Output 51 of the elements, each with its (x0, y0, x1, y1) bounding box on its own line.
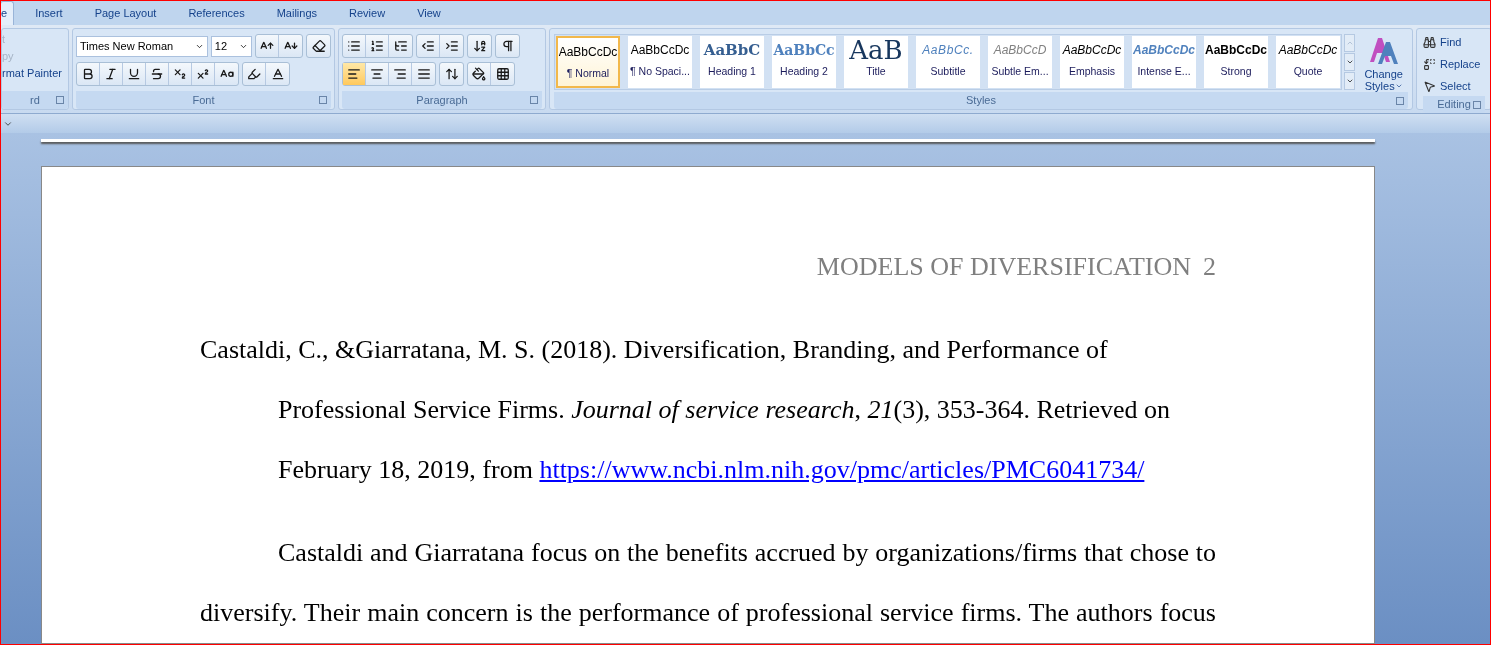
clipboard-command[interactable]: rmat Painter (2, 66, 68, 80)
replace-icon (1423, 58, 1436, 71)
body-text: diversify. Their main concern is the performance of professional service firms. The authors focus (200, 598, 1216, 627)
page-number: 2 (1203, 251, 1216, 283)
group-label: Styles (966, 93, 996, 109)
gallery-scrollbar[interactable] (1344, 34, 1356, 90)
ribbon-tab[interactable]: View (402, 1, 456, 25)
body-text: Castaldi and Giarratana focus on the benefits accrued by organizations/firms that chose to (278, 538, 1216, 567)
change-styles-button[interactable]: Change Styles (1359, 34, 1408, 92)
style-tile[interactable]: AaBbCc Heading 2 (772, 36, 836, 88)
reference-text: Castaldi, C., &Giarratana, M. S. (2018). Diversification, Branding, and Performance of (200, 335, 1108, 364)
style-tile[interactable]: AaBbCcDc ¶ No Spaci... (628, 36, 692, 88)
font-name-dropdown[interactable]: Times New Roman (76, 35, 208, 57)
font-size-dropdown[interactable]: 12 (210, 35, 252, 57)
binoculars-icon (1423, 36, 1436, 49)
group-label: Font (192, 92, 215, 108)
ribbon-tab[interactable]: Mailings (261, 1, 333, 25)
style-tile[interactable]: AaB Title (844, 36, 908, 88)
ribbon-tab[interactable]: References (173, 1, 260, 25)
running-header: MODELS OF DIVERSIFICATION (816, 251, 1191, 283)
style-tile[interactable]: AaBbCcDc Emphasis (1060, 36, 1124, 88)
caret-icon (1394, 82, 1403, 90)
style-tile[interactable]: AaBbCcDc Intense E... (1132, 36, 1196, 88)
style-tile[interactable]: AaBbCcDc Strong (1204, 36, 1268, 88)
dialog-launcher-icon[interactable] (319, 96, 327, 104)
align-left-icon[interactable] (343, 63, 366, 85)
pointer-icon (1423, 80, 1436, 93)
ribbon-tab[interactable]: e (1, 1, 15, 25)
reference-link[interactable]: https://www.ncbi.nlm.nih.gov/pmc/articles/PMC6041734/ (539, 455, 1145, 484)
editing-command[interactable]: Replace (1423, 55, 1485, 74)
style-tile[interactable]: AaBbC Heading 1 (700, 36, 764, 88)
style-tile[interactable]: AaBbCcDc Quote (1276, 36, 1340, 88)
editing-command[interactable]: Find (1423, 33, 1485, 52)
dialog-launcher-icon[interactable] (56, 96, 64, 104)
style-tile[interactable]: AaBbCcDc ¶ Normal (556, 36, 620, 88)
style-tile[interactable]: AaBbCcD Subtle Em... (988, 36, 1052, 88)
group-label: rd (30, 92, 40, 108)
reference-text: February 18, 2019, from (278, 455, 533, 484)
scroll-down-icon[interactable] (1345, 58, 1354, 66)
editing-command[interactable]: Select (1423, 77, 1485, 96)
dialog-launcher-icon[interactable] (530, 96, 538, 104)
group-label: Editing (1437, 97, 1471, 112)
dialog-launcher-icon[interactable] (1396, 97, 1404, 105)
dialog-launcher-icon[interactable] (1473, 101, 1481, 109)
group-label: Paragraph (416, 92, 468, 108)
ribbon-tab[interactable]: Insert (20, 1, 78, 25)
style-tile[interactable]: AaBbCc. Subtitle (916, 36, 980, 88)
reference-text: Professional Service Firms. Journal of service research, 21(3), 353-364. Retrieved on (278, 395, 1170, 424)
ribbon-tab[interactable]: Review (334, 1, 401, 25)
more-styles-icon[interactable] (1345, 77, 1354, 85)
ribbon-tab[interactable]: Page Layout (79, 1, 172, 25)
